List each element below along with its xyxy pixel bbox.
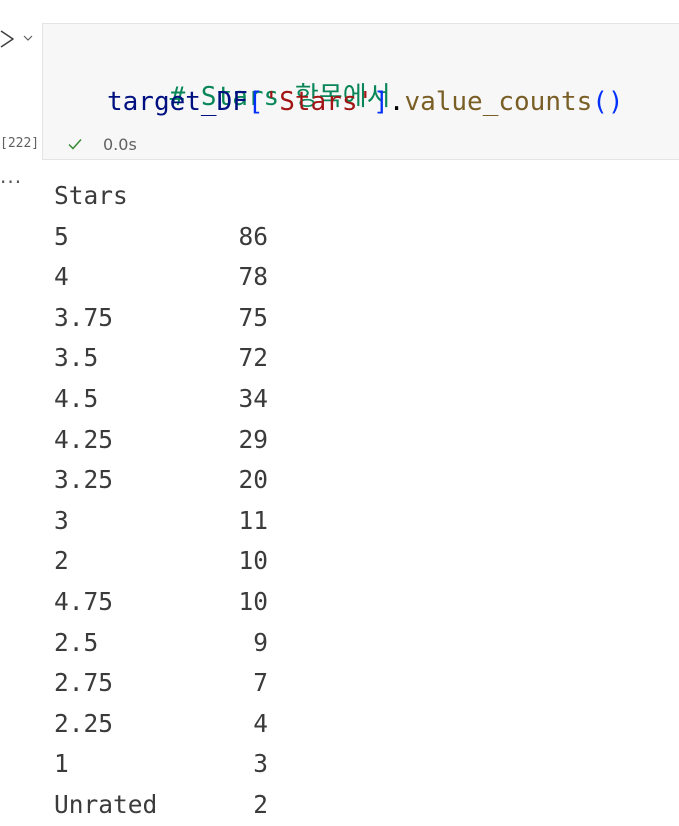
check-icon xyxy=(68,139,82,150)
output-row-count: 10 xyxy=(238,586,268,616)
output-row: 4 78 xyxy=(54,257,268,298)
output-header: Stars xyxy=(54,181,128,210)
output-row-count: 7 xyxy=(253,668,268,698)
output-row-key: 4.5 xyxy=(54,383,99,413)
cell-output: Stars 5 86 4 78 3.75 75 3.5 72 4.5 34 4.25 29 3.25 20 3… xyxy=(54,176,268,826)
output-row-key: 2.5 xyxy=(54,627,99,657)
output-row: 3 11 xyxy=(54,501,268,542)
cell-status: 0.0s xyxy=(67,132,137,156)
output-row-key: 4 xyxy=(54,262,69,292)
output-row: 4.25 29 xyxy=(54,420,268,461)
output-row-key: 2 xyxy=(54,546,69,576)
output-row: 2.5 9 xyxy=(54,623,268,664)
output-row-count: 78 xyxy=(238,262,268,292)
output-row-count: 75 xyxy=(238,302,268,332)
output-row-key: 2.25 xyxy=(54,708,114,738)
output-row-count: 2 xyxy=(253,789,268,819)
output-row-count: 20 xyxy=(238,465,268,495)
code-variable: target_DF xyxy=(107,87,248,117)
output-row-count: 9 xyxy=(253,627,268,657)
output-row: 3.25 20 xyxy=(54,460,268,501)
output-row-key: 3.25 xyxy=(54,465,114,495)
output-row-key: 5 xyxy=(54,221,69,251)
output-row: 3.75 75 xyxy=(54,298,268,339)
output-row-count: 86 xyxy=(238,221,268,251)
run-cell-button[interactable] xyxy=(0,24,19,54)
output-row-count: 34 xyxy=(238,383,268,413)
code-line-statement: target_DF['Stars'].value_counts() xyxy=(107,84,624,120)
code-bracket-close: ] xyxy=(373,87,389,117)
code-bracket-open: [ xyxy=(247,87,264,117)
output-row-key: 3.75 xyxy=(54,302,114,332)
code-parens: () xyxy=(592,87,624,117)
output-row-key: 1 xyxy=(54,749,69,779)
output-row: Unrated 2 xyxy=(54,785,268,826)
output-row-count: 10 xyxy=(238,546,268,576)
output-row: 3.5 72 xyxy=(54,338,268,379)
code-string: 'Stars' xyxy=(263,87,374,117)
execution-count: [222] xyxy=(0,136,40,151)
output-row-count: 29 xyxy=(238,424,268,454)
chevron-down-icon xyxy=(23,35,33,41)
output-row: 2.75 7 xyxy=(54,663,268,704)
execution-duration: 0.0s xyxy=(103,134,137,154)
output-row: 5 86 xyxy=(54,217,268,258)
output-actions-menu[interactable]: ··· xyxy=(0,172,22,192)
output-row-count: 11 xyxy=(238,505,268,535)
output-row: 2.25 4 xyxy=(54,704,268,745)
output-row: 2 10 xyxy=(54,541,268,582)
output-row-key: 2.75 xyxy=(54,668,114,698)
output-row: 13 xyxy=(54,744,268,785)
output-row: 4.5 34 xyxy=(54,379,268,420)
output-row-key: Unrated xyxy=(54,789,158,819)
output-row-count: 3 xyxy=(253,749,268,779)
code-function: value_counts xyxy=(404,87,593,117)
output-row-key: 3 xyxy=(54,505,69,535)
output-row-key: 3.5 xyxy=(54,343,99,373)
code-dot: . xyxy=(388,87,405,117)
output-row: 4.75 10 xyxy=(54,582,268,623)
output-row-key: 4.25 xyxy=(54,424,114,454)
code-cell-editor[interactable]: # Stars 항목에서 target_DF['Stars'].value_co… xyxy=(42,23,679,160)
run-options-dropdown[interactable] xyxy=(21,30,35,44)
output-row-count: 72 xyxy=(238,343,268,373)
output-row-count: 4 xyxy=(253,708,268,738)
output-row-key: 4.75 xyxy=(54,586,114,616)
run-triangle-icon xyxy=(0,30,14,48)
